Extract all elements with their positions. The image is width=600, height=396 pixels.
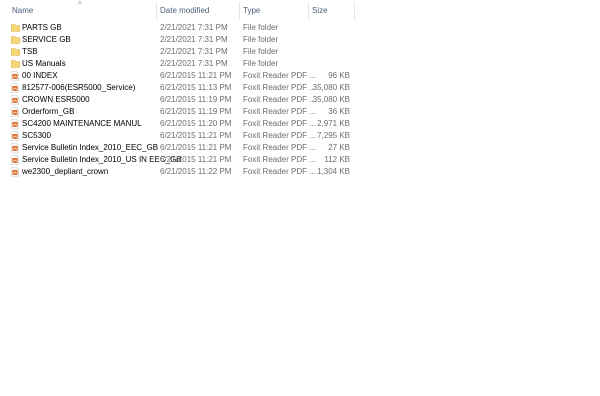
file-name: Service Bulletin Index_2010_EEC_GB bbox=[22, 143, 159, 152]
file-name: US Manuals bbox=[22, 59, 66, 68]
file-size: 36 KB bbox=[328, 107, 350, 116]
file-type: Foxit Reader PDF ... bbox=[243, 131, 316, 140]
file-row[interactable]: 812577-006(ESR5000_Service) 6/21/2015 11… bbox=[0, 82, 360, 94]
file-date-modified: 6/21/2015 11:20 PM bbox=[160, 119, 232, 128]
file-type: Foxit Reader PDF ... bbox=[243, 119, 316, 128]
column-header-bar: ^ Name Date modified Type Size bbox=[0, 0, 600, 22]
file-size: 112 KB bbox=[324, 155, 350, 164]
column-header-date-modified[interactable]: Date modified bbox=[156, 0, 239, 22]
file-row[interactable]: SC5300 6/21/2015 11:21 PM Foxit Reader P… bbox=[0, 130, 360, 142]
pdf-icon bbox=[11, 155, 19, 165]
file-row[interactable]: CROWN ESR5000 6/21/2015 11:19 PM Foxit R… bbox=[0, 94, 360, 106]
file-name: 812577-006(ESR5000_Service) bbox=[22, 83, 136, 92]
column-header-type[interactable]: Type bbox=[239, 0, 308, 22]
file-date-modified: 6/21/2015 11:19 PM bbox=[160, 107, 232, 116]
folder-icon bbox=[11, 23, 20, 33]
file-size: 2,971 KB bbox=[317, 119, 350, 128]
file-date-modified: 6/21/2015 11:21 PM bbox=[160, 131, 232, 140]
file-date-modified: 6/21/2015 11:21 PM bbox=[160, 71, 232, 80]
file-date-modified: 6/21/2015 11:21 PM bbox=[160, 155, 232, 164]
file-row[interactable]: SERVICE GB 2/21/2021 7:31 PM File folder bbox=[0, 34, 360, 46]
file-type: Foxit Reader PDF ... bbox=[243, 71, 316, 80]
file-type: File folder bbox=[243, 47, 279, 56]
file-date-modified: 6/21/2015 11:19 PM bbox=[160, 95, 232, 104]
file-date-modified: 6/21/2015 11:21 PM bbox=[160, 143, 232, 152]
file-name: we2300_depliant_crown bbox=[22, 167, 109, 176]
folder-icon bbox=[11, 35, 20, 45]
pdf-icon bbox=[11, 131, 19, 141]
file-name: 00 INDEX bbox=[22, 71, 58, 80]
column-divider[interactable] bbox=[354, 2, 355, 20]
file-name: TSB bbox=[22, 47, 38, 56]
folder-icon bbox=[11, 47, 20, 57]
file-type: File folder bbox=[243, 23, 279, 32]
file-row[interactable]: 00 INDEX 6/21/2015 11:21 PM Foxit Reader… bbox=[0, 70, 360, 82]
file-size: 96 KB bbox=[328, 71, 350, 80]
file-row[interactable]: US Manuals 2/21/2021 7:31 PM File folder bbox=[0, 58, 360, 70]
file-row[interactable]: TSB 2/21/2021 7:31 PM File folder bbox=[0, 46, 360, 58]
pdf-icon bbox=[11, 71, 19, 81]
file-name: Orderform_GB bbox=[22, 107, 75, 116]
pdf-icon bbox=[11, 167, 19, 177]
file-row[interactable]: PARTS GB 2/21/2021 7:31 PM File folder bbox=[0, 22, 360, 34]
file-size: 35,080 KB bbox=[312, 95, 350, 104]
column-header-size[interactable]: Size bbox=[308, 0, 354, 22]
pdf-icon bbox=[11, 83, 19, 93]
file-date-modified: 6/21/2015 11:13 PM bbox=[160, 83, 232, 92]
pdf-icon bbox=[11, 119, 19, 129]
file-row[interactable]: we2300_depliant_crown 6/21/2015 11:22 PM… bbox=[0, 166, 360, 178]
file-size: 7,295 KB bbox=[317, 131, 350, 140]
pdf-icon bbox=[11, 95, 19, 105]
pdf-icon bbox=[11, 143, 19, 153]
file-type: Foxit Reader PDF ... bbox=[243, 155, 316, 164]
pdf-icon bbox=[11, 107, 19, 117]
file-date-modified: 2/21/2021 7:31 PM bbox=[160, 23, 228, 32]
file-type: Foxit Reader PDF ... bbox=[243, 167, 316, 176]
file-type: Foxit Reader PDF ... bbox=[243, 143, 316, 152]
file-row[interactable]: Orderform_GB 6/21/2015 11:19 PM Foxit Re… bbox=[0, 106, 360, 118]
file-name: PARTS GB bbox=[22, 23, 62, 32]
column-header-name[interactable]: Name bbox=[8, 0, 158, 22]
file-size: 1,304 KB bbox=[317, 167, 350, 176]
file-date-modified: 2/21/2021 7:31 PM bbox=[160, 35, 228, 44]
file-size: 27 KB bbox=[328, 143, 350, 152]
file-name: SC5300 bbox=[22, 131, 51, 140]
file-name: Service Bulletin Index_2010_US IN EEC_GB bbox=[22, 155, 182, 164]
folder-icon bbox=[11, 59, 20, 69]
file-type: Foxit Reader PDF ... bbox=[243, 95, 316, 104]
file-name: CROWN ESR5000 bbox=[22, 95, 90, 104]
file-name: SERVICE GB bbox=[22, 35, 71, 44]
file-row[interactable]: SC4200 MAINTENANCE MANUL 6/21/2015 11:20… bbox=[0, 118, 360, 130]
file-name: SC4200 MAINTENANCE MANUL bbox=[22, 119, 142, 128]
file-type: Foxit Reader PDF ... bbox=[243, 107, 316, 116]
file-date-modified: 2/21/2021 7:31 PM bbox=[160, 47, 228, 56]
file-type: File folder bbox=[243, 59, 279, 68]
file-row[interactable]: Service Bulletin Index_2010_EEC_GB 6/21/… bbox=[0, 142, 360, 154]
file-type: Foxit Reader PDF ... bbox=[243, 83, 316, 92]
file-row[interactable]: Service Bulletin Index_2010_US IN EEC_GB… bbox=[0, 154, 360, 166]
file-date-modified: 2/21/2021 7:31 PM bbox=[160, 59, 228, 68]
file-size: 35,080 KB bbox=[312, 83, 350, 92]
file-date-modified: 6/21/2015 11:22 PM bbox=[160, 167, 232, 176]
file-type: File folder bbox=[243, 35, 279, 44]
